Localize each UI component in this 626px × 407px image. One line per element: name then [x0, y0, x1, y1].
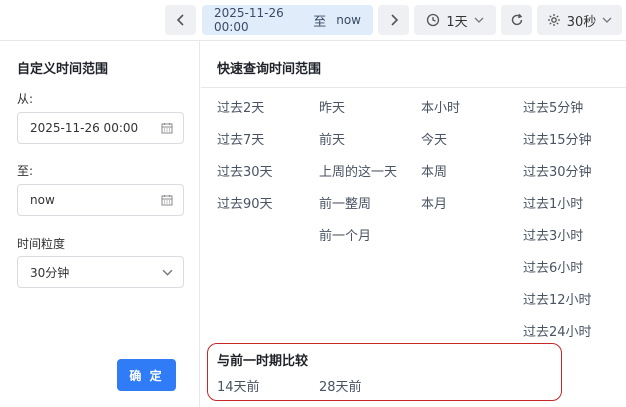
compare-section: 与前一时期比较 14天前 28天前	[207, 343, 562, 401]
to-label: 至:	[17, 164, 34, 178]
chevron-right-icon	[390, 14, 398, 26]
quick-option-today[interactable]: 今天	[421, 129, 447, 148]
quick-option-yesterday[interactable]: 昨天	[319, 97, 345, 116]
range-separator: 至	[313, 14, 327, 30]
divider	[201, 87, 626, 88]
granularity-label: 时间粒度	[17, 237, 66, 251]
to-input[interactable]: now	[17, 184, 184, 216]
chevron-down-icon	[602, 17, 612, 23]
quick-option-past-12-hours[interactable]: 过去12小时	[523, 289, 592, 308]
time-range-display[interactable]: 2025-11-26 00:00 至 now	[202, 5, 373, 35]
quick-option-past-6-hours[interactable]: 过去6小时	[523, 257, 583, 276]
calendar-icon	[161, 195, 173, 206]
refresh-icon	[511, 13, 522, 26]
quick-option-past-15-minutes[interactable]: 过去15分钟	[523, 129, 592, 148]
chevron-left-icon	[176, 14, 184, 26]
quick-option-this-month[interactable]: 本月	[421, 193, 447, 212]
to-value: now	[30, 193, 55, 207]
quick-option-previous-month[interactable]: 前一个月	[319, 225, 371, 244]
time-picker-panel: 自定义时间范围 从: 2025-11-26 00:00 至: now 时间粒度 …	[0, 40, 626, 407]
quick-option-past-30-minutes[interactable]: 过去30分钟	[523, 161, 592, 180]
quick-option-past-3-hours[interactable]: 过去3小时	[523, 225, 583, 244]
quick-range-section: 快速查询时间范围 过去2天 过去7天 过去30天 过去90天 昨天 前天 上周的…	[201, 41, 626, 407]
time-toolbar: 2025-11-26 00:00 至 now 1天 30秒	[0, 0, 626, 40]
quick-option-past-2-days[interactable]: 过去2天	[217, 97, 264, 116]
from-input[interactable]: 2025-11-26 00:00	[17, 112, 184, 144]
quick-option-previous-week[interactable]: 前一整周	[319, 193, 371, 212]
chevron-down-icon	[162, 269, 173, 276]
refresh-button[interactable]	[501, 5, 532, 35]
from-value: 2025-11-26 00:00	[30, 121, 139, 135]
confirm-button[interactable]: 确 定	[117, 359, 176, 391]
prev-range-button[interactable]	[165, 5, 196, 35]
calendar-icon	[161, 123, 173, 134]
from-label: 从:	[17, 92, 34, 106]
quick-option-this-hour[interactable]: 本小时	[421, 97, 460, 116]
refresh-interval-label: 30秒	[566, 14, 597, 30]
chevron-down-icon	[474, 17, 484, 23]
interval-label: 1天	[446, 14, 468, 30]
quick-option-past-24-hours[interactable]: 过去24小时	[523, 321, 592, 340]
quick-option-past-30-days[interactable]: 过去30天	[217, 161, 273, 180]
compare-option-14-days-ago[interactable]: 14天前	[217, 376, 260, 395]
granularity-select[interactable]: 30分钟	[17, 256, 184, 288]
granularity-value: 30分钟	[30, 265, 70, 280]
quick-option-past-90-days[interactable]: 过去90天	[217, 193, 273, 212]
quick-option-past-7-days[interactable]: 过去7天	[217, 129, 264, 148]
next-range-button[interactable]	[378, 5, 409, 35]
range-end: now	[336, 13, 361, 27]
quick-option-past-1-hour[interactable]: 过去1小时	[523, 193, 583, 212]
auto-refresh-select[interactable]: 30秒	[537, 5, 622, 35]
clock-icon	[427, 13, 440, 27]
compare-option-28-days-ago[interactable]: 28天前	[319, 376, 362, 395]
interval-select[interactable]: 1天	[414, 5, 496, 35]
quick-option-past-5-minutes[interactable]: 过去5分钟	[523, 97, 583, 116]
gear-icon	[547, 14, 560, 26]
custom-range-section: 自定义时间范围 从: 2025-11-26 00:00 至: now 时间粒度 …	[0, 41, 200, 407]
quick-range-title: 快速查询时间范围	[217, 62, 322, 77]
quick-option-this-day-last-week[interactable]: 上周的这一天	[319, 161, 397, 180]
custom-range-title: 自定义时间范围	[17, 62, 109, 77]
compare-title: 与前一时期比较	[217, 354, 309, 369]
quick-option-this-week[interactable]: 本周	[421, 161, 447, 180]
range-start: 2025-11-26 00:00	[214, 6, 284, 34]
quick-option-day-before-yesterday[interactable]: 前天	[319, 129, 345, 148]
